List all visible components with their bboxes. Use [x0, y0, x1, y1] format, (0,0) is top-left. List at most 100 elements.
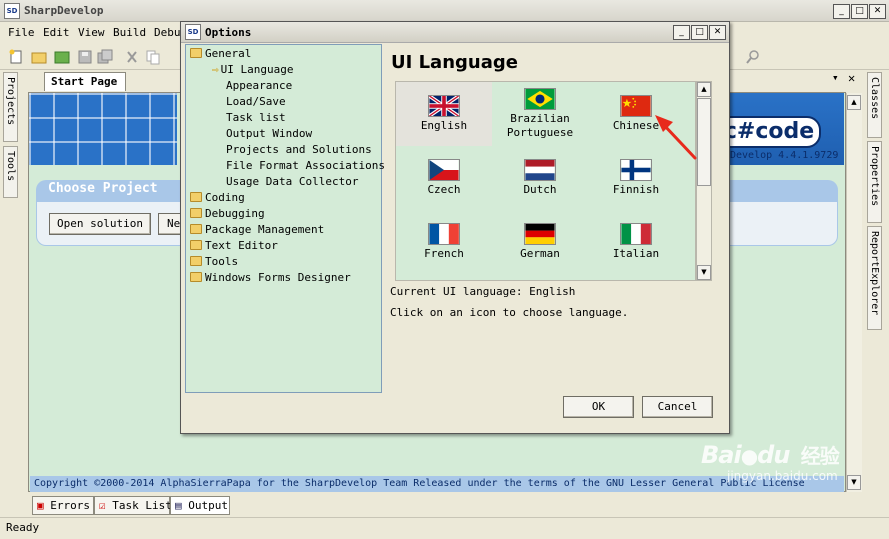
tab-close-icon[interactable]: ✕: [848, 71, 855, 85]
properties-pad-tab[interactable]: Properties: [867, 141, 882, 223]
minimize-button[interactable]: _: [833, 4, 850, 19]
arrow-right-icon: ⇨: [212, 63, 219, 76]
start-page-scrollbar[interactable]: ▲ ▼: [846, 93, 862, 492]
language-label: Italian: [612, 247, 660, 260]
tab-output-label: Output: [188, 499, 228, 512]
task-list-icon: ☑: [99, 499, 106, 512]
status-text: Ready: [6, 521, 40, 534]
watermark-brand: Bai: [701, 441, 742, 469]
cut-icon[interactable]: [124, 49, 140, 65]
tree-node-label: Debugging: [205, 207, 265, 220]
menu-file[interactable]: File: [8, 26, 35, 39]
dialog-minimize-button[interactable]: _: [673, 25, 690, 40]
brazil-flag-icon: [524, 88, 556, 110]
new-file-icon[interactable]: [8, 49, 24, 65]
baidu-watermark: Bai●du 经验 jingyan.baidu.com: [701, 441, 840, 483]
language-grid-scrollbar[interactable]: ▲ ▼: [696, 81, 712, 281]
properties-pad-label: Properties: [869, 146, 880, 207]
classes-pad-tab[interactable]: Classes: [867, 72, 882, 138]
report-explorer-pad-tab[interactable]: ReportExplorer: [867, 226, 882, 330]
tree-node-tools[interactable]: Tools: [190, 255, 238, 268]
report-explorer-pad-label: ReportExplorer: [869, 231, 880, 316]
folder-icon: [190, 272, 202, 282]
options-dialog-titlebar: SD Options _ □ ✕: [181, 22, 729, 43]
language-label: Czech: [427, 183, 461, 196]
finland-flag-icon: [620, 159, 652, 181]
options-dialog-title: Options: [205, 26, 252, 39]
menu-build[interactable]: Build: [113, 26, 146, 39]
language-label: English: [420, 119, 468, 132]
ok-button[interactable]: OK: [563, 396, 634, 418]
save-icon[interactable]: [77, 49, 93, 65]
open-solution-button[interactable]: Open solution: [49, 213, 151, 235]
tab-errors[interactable]: ▣ Errors: [32, 496, 94, 515]
tree-node-label: Windows Forms Designer: [205, 271, 351, 284]
scroll-down-icon[interactable]: ▼: [847, 475, 861, 490]
tree-node-output-window[interactable]: Output Window: [226, 127, 312, 140]
tree-node-task-list[interactable]: Task list: [226, 111, 286, 124]
window-title: SharpDevelop: [24, 4, 104, 17]
tree-node-package-management[interactable]: Package Management: [190, 223, 324, 236]
output-icon: ▤: [175, 499, 182, 512]
cancel-button[interactable]: Cancel: [642, 396, 713, 418]
language-label: German: [520, 247, 560, 260]
menu-edit[interactable]: Edit: [43, 26, 70, 39]
tree-node-load-save[interactable]: Load/Save: [226, 95, 286, 108]
new-solution-button[interactable]: Ne: [158, 213, 182, 235]
copy-icon[interactable]: [145, 49, 161, 65]
language-french[interactable]: French: [396, 223, 492, 260]
language-label: Brazilian Portuguese: [506, 112, 574, 139]
language-italian[interactable]: Italian: [588, 223, 684, 260]
watermark-url: jingyan.baidu.com: [727, 469, 838, 483]
tab-task-list[interactable]: ☑ Task List: [94, 496, 172, 515]
tree-node-label: Coding: [205, 191, 245, 204]
language-english[interactable]: English: [396, 95, 492, 132]
close-button[interactable]: ✕: [869, 4, 886, 19]
tree-node-label: UI Language: [220, 63, 294, 76]
find-icon[interactable]: [745, 49, 761, 65]
folder-icon: [190, 208, 202, 218]
tree-node-appearance[interactable]: Appearance: [226, 79, 292, 92]
tree-node-text-editor[interactable]: Text Editor: [190, 239, 278, 252]
language-czech[interactable]: Czech: [396, 159, 492, 196]
tab-output[interactable]: ▤ Output: [170, 496, 230, 515]
dialog-close-button[interactable]: ✕: [709, 25, 726, 40]
scroll-up-icon[interactable]: ▲: [697, 82, 711, 97]
tree-node-general[interactable]: General: [190, 47, 251, 60]
tree-node-usage-data-collector[interactable]: Usage Data Collector: [226, 175, 358, 188]
menu-debug[interactable]: Debug: [154, 26, 180, 39]
choose-project-title: Choose Project: [48, 181, 158, 196]
save-all-icon[interactable]: [97, 49, 113, 65]
tree-node-coding[interactable]: Coding: [190, 191, 245, 204]
language-label: Finnish: [612, 183, 660, 196]
language-dutch[interactable]: Dutch: [492, 159, 588, 196]
tools-pad-tab[interactable]: Tools: [3, 146, 18, 198]
projects-pad-tab[interactable]: Projects: [3, 72, 18, 142]
banner-grid-graphic: [29, 93, 177, 165]
uk-flag-icon: [428, 95, 460, 117]
open-folder-icon[interactable]: [31, 49, 47, 65]
language-german[interactable]: German: [492, 223, 588, 260]
tree-node-ui-language[interactable]: ⇨ UI Language: [212, 63, 293, 76]
language-finnish[interactable]: Finnish: [588, 159, 684, 196]
tab-start-page[interactable]: Start Page: [44, 72, 126, 91]
scroll-down-icon[interactable]: ▼: [697, 265, 711, 280]
tab-dropdown-icon[interactable]: ▾: [832, 71, 839, 84]
tree-node-file-format-associations[interactable]: File Format Associations: [226, 159, 385, 172]
tree-node-debugging[interactable]: Debugging: [190, 207, 265, 220]
tree-node-windows-forms-designer[interactable]: Windows Forms Designer: [190, 271, 351, 284]
sharpdevelop-logo: c#code: [717, 116, 821, 148]
czech-flag-icon: [428, 159, 460, 181]
italy-flag-icon: [620, 223, 652, 245]
language-brazilian-portuguese[interactable]: Brazilian Portuguese: [492, 88, 588, 140]
scroll-up-icon[interactable]: ▲: [847, 95, 861, 110]
open-project-icon[interactable]: [54, 49, 70, 65]
panel-heading: UI Language: [391, 52, 518, 73]
scrollbar-thumb[interactable]: [697, 98, 711, 186]
tree-node-projects-solutions[interactable]: Projects and Solutions: [226, 143, 372, 156]
menu-view[interactable]: View: [78, 26, 105, 39]
dialog-maximize-button[interactable]: □: [691, 25, 708, 40]
tree-node-label: Package Management: [205, 223, 325, 236]
paw-icon: ●: [740, 444, 758, 468]
maximize-button[interactable]: □: [851, 4, 868, 19]
